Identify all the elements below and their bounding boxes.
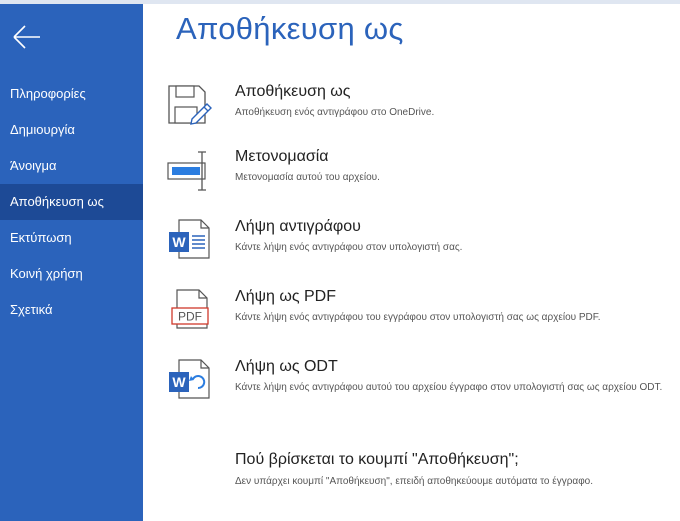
svg-text:W: W — [172, 374, 186, 390]
sidebar-nav: Πληροφορίες Δημιουργία Άνοιγμα Αποθήκευσ… — [0, 76, 143, 328]
save-button-info: Πού βρίσκεται το κουμπί "Αποθήκευση"; Δε… — [165, 451, 675, 509]
save-as-title: Αποθήκευση ως — [235, 83, 351, 100]
download-copy-title: Λήψη αντιγράφου — [235, 218, 361, 235]
word-document-icon: W — [165, 218, 215, 264]
svg-text:W: W — [172, 234, 186, 250]
back-arrow-icon[interactable] — [10, 22, 44, 52]
pdf-icon-label: PDF — [178, 310, 202, 324]
sidebar-item-info[interactable]: Πληροφορίες — [0, 76, 143, 112]
download-odt-option[interactable]: W Λήψη ως ODT Κάντε λήψη ενός αντιγράφου… — [165, 358, 675, 416]
page-title: Αποθήκευση ως — [176, 11, 404, 46]
main-panel: Αποθήκευση ως Αποθήκευση ως Αποθήκευση ε… — [143, 4, 680, 521]
save-as-option[interactable]: Αποθήκευση ως Αποθήκευση ενός αντιγράφου… — [165, 83, 675, 141]
rename-desc: Μετονομασία αυτού του αρχείου. — [235, 172, 380, 183]
save-as-icon — [165, 83, 215, 129]
sidebar-item-about[interactable]: Σχετικά — [0, 292, 143, 328]
backstage-sidebar: Πληροφορίες Δημιουργία Άνοιγμα Αποθήκευσ… — [0, 4, 143, 521]
sidebar-item-new[interactable]: Δημιουργία — [0, 112, 143, 148]
download-pdf-option[interactable]: PDF Λήψη ως PDF Κάντε λήψη ενός αντιγράφ… — [165, 288, 675, 346]
sidebar-item-open[interactable]: Άνοιγμα — [0, 148, 143, 184]
rename-icon — [165, 148, 215, 194]
download-odt-desc: Κάντε λήψη ενός αντιγράφου αυτού του αρχ… — [235, 382, 663, 393]
rename-option[interactable]: Μετονομασία Μετονομασία αυτού του αρχείο… — [165, 148, 675, 206]
sidebar-item-share[interactable]: Κοινή χρήση — [0, 256, 143, 292]
download-copy-desc: Κάντε λήψη ενός αντιγράφου στον υπολογισ… — [235, 242, 463, 253]
download-pdf-desc: Κάντε λήψη ενός αντιγράφου του εγγράφου … — [235, 312, 601, 323]
download-pdf-title: Λήψη ως PDF — [235, 288, 336, 305]
rename-title: Μετονομασία — [235, 148, 329, 165]
odt-document-icon: W — [165, 358, 215, 404]
save-info-title: Πού βρίσκεται το κουμπί "Αποθήκευση"; — [235, 451, 519, 468]
sidebar-item-save-as[interactable]: Αποθήκευση ως — [0, 184, 143, 220]
pdf-document-icon: PDF — [165, 288, 215, 334]
save-info-desc: Δεν υπάρχει κουμπί "Αποθήκευση", επειδή … — [235, 476, 594, 487]
download-odt-title: Λήψη ως ODT — [235, 358, 338, 375]
save-as-desc: Αποθήκευση ενός αντιγράφου στο OneDrive. — [235, 107, 435, 118]
sidebar-item-print[interactable]: Εκτύπωση — [0, 220, 143, 256]
download-copy-option[interactable]: W Λήψη αντιγράφου Κάντε λήψη ενός αντιγρ… — [165, 218, 675, 276]
